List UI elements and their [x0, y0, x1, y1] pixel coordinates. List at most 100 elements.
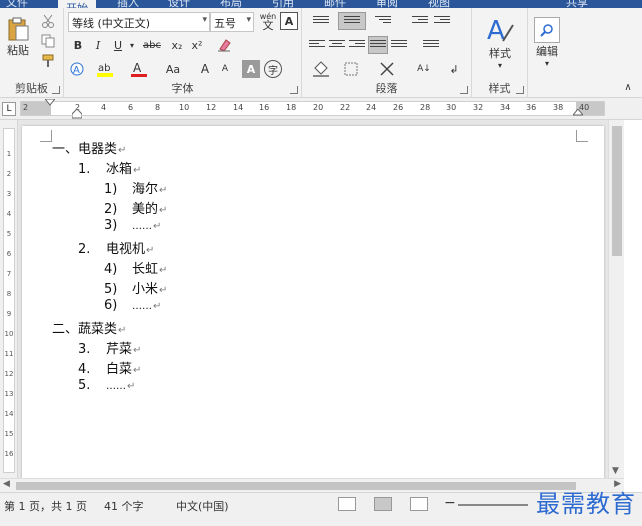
list-item[interactable]: 2) 美的↵ — [104, 198, 167, 217]
scroll-left-icon[interactable]: ◀ — [3, 479, 10, 489]
scroll-down-icon[interactable]: ▼ — [612, 466, 619, 476]
change-case-button[interactable]: Aa — [160, 60, 186, 78]
format-painter-button[interactable] — [38, 52, 58, 70]
list-number: 二、 — [52, 322, 79, 337]
horizontal-scrollbar[interactable]: ◀ ▶ — [0, 478, 624, 492]
subscript-button[interactable]: x₂ — [168, 36, 186, 54]
enclose-characters-button[interactable]: 字 — [264, 60, 282, 78]
phonetic-guide-button[interactable]: wén 文 — [258, 10, 278, 32]
shading-button[interactable] — [308, 60, 334, 78]
tab-layout[interactable]: 布局 — [220, 0, 242, 8]
tab-home[interactable]: 开始 — [58, 0, 96, 8]
bullets-button[interactable] — [308, 12, 334, 30]
underline-button[interactable]: U — [110, 36, 126, 54]
collapse-ribbon-icon[interactable]: ∧ — [620, 80, 636, 94]
show-marks-button[interactable]: ↲ — [444, 60, 464, 78]
clear-formatting-button[interactable] — [214, 36, 234, 54]
strikethrough-button[interactable]: abc — [140, 36, 164, 54]
list-item[interactable]: 3) ……↵ — [104, 218, 161, 233]
page-count[interactable]: 第 1 页，共 1 页 — [4, 498, 87, 514]
editing-button[interactable]: 编辑 ▾ — [530, 12, 564, 72]
clear-char-border-button[interactable]: A — [280, 12, 298, 30]
language[interactable]: 中文(中国) — [176, 498, 229, 514]
tab-review[interactable]: 审阅 — [376, 0, 398, 8]
character-shading-button[interactable]: A — [242, 60, 260, 78]
superscript-button[interactable]: x² — [188, 36, 206, 54]
vertical-ruler[interactable]: 1 2 3 4 5 6 7 8 9 10 11 12 13 14 15 16 — [0, 120, 18, 478]
distributed-button[interactable] — [390, 36, 408, 54]
paragraph-launcher-icon[interactable] — [460, 86, 468, 94]
justify-button[interactable] — [368, 36, 388, 54]
clipboard-launcher-icon[interactable] — [52, 86, 60, 94]
font-launcher-icon[interactable] — [290, 86, 298, 94]
sort-button[interactable]: A↓ — [414, 60, 434, 78]
list-item[interactable]: 2. 电视机↵ — [78, 238, 154, 257]
first-line-indent-icon[interactable] — [45, 99, 55, 107]
grow-font-button[interactable]: A — [196, 60, 214, 78]
styles-launcher-icon[interactable] — [516, 86, 524, 94]
italic-button[interactable]: I — [90, 36, 106, 54]
styles-button[interactable]: A 样式 ▾ — [478, 12, 522, 72]
chinese-layout-button[interactable] — [374, 60, 400, 78]
vruler-tick: 12 — [4, 370, 14, 378]
list-item[interactable]: 3. 芹菜↵ — [78, 338, 141, 357]
paste-button[interactable]: 粘贴 — [4, 12, 32, 62]
list-text: 电视机 — [106, 242, 146, 257]
text-effects-button[interactable]: A — [68, 60, 86, 78]
list-item[interactable]: 4) 长虹↵ — [104, 258, 167, 277]
list-item[interactable]: 4. 白菜↵ — [78, 358, 141, 377]
line-spacing-button[interactable] — [418, 36, 444, 54]
tab-file[interactable]: 文件 — [6, 0, 28, 8]
font-size-combo[interactable]: 五号 ▾ — [210, 12, 254, 32]
hanging-indent-icon[interactable] — [72, 109, 82, 119]
font-name-combo[interactable]: 等线 (中文正文) ▾ — [68, 12, 210, 32]
ruler-bar[interactable]: 2 2 4 6 8 10 12 14 16 18 20 22 24 26 28 … — [20, 99, 605, 119]
tab-selector-icon[interactable]: L — [2, 102, 16, 116]
font-color-button[interactable]: A — [128, 60, 150, 78]
align-center-button[interactable] — [328, 36, 346, 54]
underline-dropdown-icon[interactable]: ▾ — [128, 36, 136, 54]
list-number: 4. — [78, 362, 91, 377]
copy-button[interactable] — [38, 32, 58, 50]
word-count[interactable]: 41 个字 — [104, 498, 144, 514]
zoom-slider[interactable] — [458, 504, 528, 506]
right-indent-icon[interactable] — [573, 109, 583, 117]
list-item[interactable]: 二、蔬菜类↵ — [52, 318, 126, 337]
increase-indent-button[interactable] — [432, 12, 452, 30]
document-area[interactable]: 一、电器类↵ 1. 冰箱↵ 1) 海尔↵ 2) 美的↵ 3) ……↵ 2. 电视机↵ 4)… — [18, 120, 608, 478]
list-item[interactable]: 1) 海尔↵ — [104, 178, 167, 197]
tab-insert[interactable]: 插入 — [117, 0, 139, 8]
tab-references[interactable]: 引用 — [272, 0, 294, 8]
list-item[interactable]: 5) 小米↵ — [104, 278, 167, 297]
web-layout-icon[interactable] — [410, 497, 428, 511]
list-item[interactable]: 5. ……↵ — [78, 378, 135, 393]
vruler-tick: 14 — [4, 410, 14, 418]
vertical-scroll-thumb[interactable] — [612, 126, 622, 256]
zoom-out-icon[interactable]: − — [444, 495, 456, 511]
tab-mailings[interactable]: 邮件 — [324, 0, 346, 8]
list-item[interactable]: 一、电器类↵ — [52, 138, 126, 157]
tab-design[interactable]: 设计 — [168, 0, 190, 8]
tab-share[interactable]: 共享 — [566, 0, 588, 8]
borders-button[interactable] — [338, 60, 364, 78]
vertical-scrollbar[interactable]: ▼ — [608, 120, 624, 478]
print-layout-icon[interactable] — [374, 497, 392, 511]
page[interactable]: 一、电器类↵ 1. 冰箱↵ 1) 海尔↵ 2) 美的↵ 3) ……↵ 2. 电视机↵ 4)… — [22, 126, 604, 478]
align-right-button[interactable] — [348, 36, 366, 54]
list-item[interactable]: 6) ……↵ — [104, 298, 161, 313]
shrink-font-button[interactable]: A — [216, 60, 234, 78]
tab-view[interactable]: 视图 — [428, 0, 450, 8]
horizontal-ruler[interactable]: L 2 2 4 6 8 10 12 14 16 18 20 22 24 26 2… — [0, 98, 642, 120]
align-left-button[interactable] — [308, 36, 326, 54]
horizontal-scroll-thumb[interactable] — [16, 482, 576, 490]
highlight-button[interactable]: ab — [94, 60, 116, 78]
multilevel-list-button[interactable] — [370, 12, 396, 30]
list-text: 白菜 — [106, 362, 133, 377]
list-item[interactable]: 1. 冰箱↵ — [78, 158, 141, 177]
decrease-indent-button[interactable] — [410, 12, 430, 30]
numbering-button[interactable] — [338, 12, 366, 30]
margin-corner-mark — [576, 130, 588, 142]
bold-button[interactable]: B — [70, 36, 86, 54]
cut-button[interactable] — [38, 12, 58, 30]
read-mode-icon[interactable] — [338, 497, 356, 511]
